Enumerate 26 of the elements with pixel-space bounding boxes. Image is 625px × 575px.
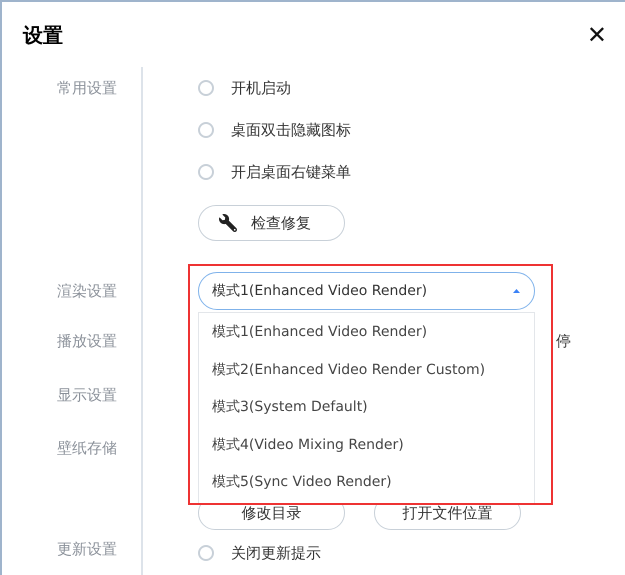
section-label: 显示设置: [57, 384, 117, 406]
dropdown-option[interactable]: 模式1(Enhanced Video Render): [199, 314, 534, 352]
dropdown-option[interactable]: 模式3(System Default): [199, 389, 534, 426]
section-label: 更新设置: [57, 538, 117, 560]
option-label: 停: [556, 330, 571, 352]
radio-button[interactable]: [198, 164, 214, 180]
section-label: 壁纸存储: [57, 438, 117, 459]
option-label: 关闭更新提示: [231, 542, 321, 564]
close-button[interactable]: ✕: [586, 22, 607, 46]
radio-button[interactable]: [198, 122, 214, 138]
option-label: 开启桌面右键菜单: [231, 162, 351, 183]
radio-button[interactable]: [198, 80, 214, 96]
caret-icon: [513, 289, 520, 293]
section-label: 常用设置: [57, 78, 117, 99]
radio-button[interactable]: [198, 545, 214, 561]
select-field[interactable]: 模式1(Enhanced Video Render): [198, 272, 535, 310]
window-title: 设置: [23, 22, 63, 48]
dropdown-option[interactable]: 模式4(Video Mixing Render): [199, 426, 534, 464]
wrench-icon: [219, 214, 237, 232]
section-label: 播放设置: [57, 330, 117, 352]
option-label: 桌面双击隐藏图标: [231, 120, 351, 141]
repair-button[interactable]: 检查修复: [198, 205, 345, 241]
select-value: 模式1(Enhanced Video Render): [212, 282, 428, 300]
section-label: 渲染设置: [57, 280, 117, 302]
option-label: 开机启动: [231, 78, 291, 99]
dropdown-option[interactable]: 模式2(Enhanced Video Render Custom): [199, 352, 534, 389]
